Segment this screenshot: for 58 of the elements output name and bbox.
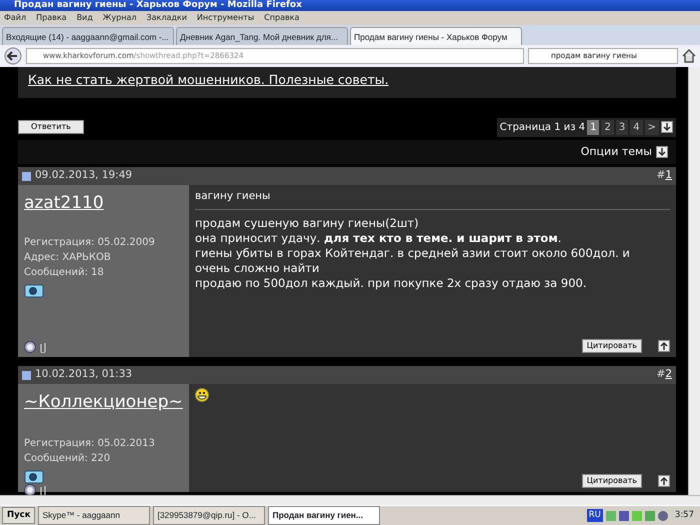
quote-button[interactable]: Цитировать <box>582 474 642 488</box>
browser-tab[interactable]: Входящие (14) - aaggaann@gmail.com -... <box>2 27 174 45</box>
top-icon <box>658 475 670 488</box>
menu-item[interactable]: Закладки <box>146 12 187 24</box>
horizontal-scrollbar[interactable] <box>0 495 700 505</box>
menu-item[interactable]: Журнал <box>102 12 136 24</box>
menu-item[interactable]: Справка <box>264 12 300 24</box>
post-text: продам сушеную вагину гиены(2шт) она приносит удачу. для тех кто в теме. и шарит в этом. гиены убиты в горах Койтендаг. в средней азии стоит около 600дол. и очень сложно найти продаю по 500дол каждый. при покупке 2х сразу отдаю за 900. <box>195 216 631 291</box>
browser-tab[interactable]: Дневник Agan_Tang. Мой дневник для... <box>176 27 348 45</box>
camera-icon <box>24 468 44 484</box>
dropdown-icon <box>656 146 668 158</box>
post-number-link[interactable]: 2 <box>665 368 672 380</box>
post-icon <box>22 172 31 181</box>
vertical-scrollbar[interactable] <box>688 67 700 495</box>
user-detail: Сообщений: 220 <box>24 452 112 466</box>
browser-tab[interactable]: Продам вагину гиены - Харьков Форум <box>350 27 522 45</box>
user-detail: Адрес: ХАРЬКОВ <box>24 250 112 265</box>
clock: 3:57 <box>674 509 694 522</box>
page-link[interactable]: 3 <box>616 120 628 135</box>
post-title: вагину гиены <box>195 189 670 210</box>
paperclip-icon <box>40 341 46 354</box>
page-link[interactable]: 4 <box>630 120 643 135</box>
menu-item[interactable]: Файл <box>4 12 26 24</box>
smiley-icon <box>195 388 209 402</box>
taskbar-button[interactable]: Продан вагину гиен... <box>268 506 380 525</box>
start-button[interactable]: Пуск <box>2 507 36 524</box>
camera-icon <box>24 282 44 298</box>
home-icon <box>682 49 696 63</box>
back-icon <box>4 47 22 65</box>
post-icon <box>22 370 31 380</box>
user-detail: Сообщений: 18 <box>24 266 105 280</box>
menu-item[interactable]: Правка <box>36 12 67 24</box>
username-link[interactable]: ~Коллекционер~ <box>24 390 183 416</box>
taskbar-button[interactable]: Skype™ - aaggaann <box>38 506 150 525</box>
hash-sign: # <box>656 169 666 182</box>
page-link[interactable]: > <box>644 120 659 135</box>
user-detail: Регистрация: 05.02.2013 <box>24 436 156 451</box>
hash-sign: # <box>656 368 666 380</box>
menu-item[interactable]: Вид <box>76 12 93 24</box>
language-indicator[interactable]: RU <box>586 509 603 522</box>
window-title: Продан вагину гиены - Харьков Форум - Mozilla Firefox <box>0 0 700 11</box>
user-detail: Регистрация: 05.02.2009 <box>24 236 156 250</box>
top-icon <box>658 340 670 352</box>
jump-icon <box>661 121 673 134</box>
post-number-link[interactable]: 1 <box>665 169 672 182</box>
username-link[interactable]: azat2110 <box>24 191 183 217</box>
status-icon <box>24 341 36 354</box>
taskbar-button[interactable]: [329953879@qip.ru] - О... <box>153 506 266 525</box>
menu-item[interactable]: Инструменты <box>196 12 254 24</box>
thread-options-link[interactable]: Опции темы <box>580 144 652 160</box>
page-count: Страница 1 из 4 <box>500 120 586 135</box>
page-link[interactable]: 2 <box>601 120 614 135</box>
paperclip-icon <box>40 484 46 495</box>
quote-button[interactable]: Цитировать <box>582 339 642 354</box>
reply-button[interactable]: Ответить <box>18 120 84 134</box>
page-link[interactable]: 1 <box>587 120 600 135</box>
post-date: 09.02.2013, 19:49 <box>35 168 132 184</box>
post-date: 10.02.2013, 01:33 <box>35 367 132 382</box>
